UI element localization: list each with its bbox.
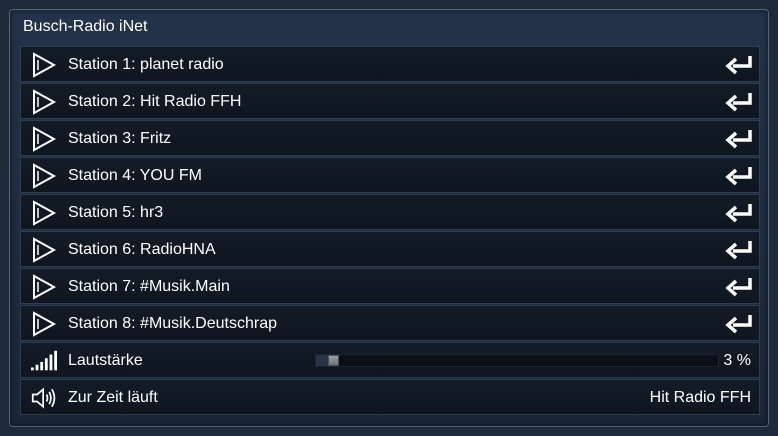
enter-icon[interactable]: [724, 275, 754, 299]
play-icon: [31, 311, 57, 337]
station-row-8[interactable]: Station 8: #Musik.Deutschrap: [20, 305, 760, 341]
station-label: Station 3: Fritz: [68, 130, 172, 147]
volume-slider-fill: [316, 355, 328, 366]
volume-row: Lautstärke 3 %: [20, 342, 760, 378]
play-icon: [31, 163, 57, 189]
play-icon: [31, 126, 57, 152]
enter-icon[interactable]: [724, 164, 754, 188]
station-row-3[interactable]: Station 3: Fritz: [20, 120, 760, 156]
enter-icon[interactable]: [724, 90, 754, 114]
widget-title: Busch-Radio iNet: [23, 18, 148, 35]
station-row-7[interactable]: Station 7: #Musik.Main: [20, 268, 760, 304]
station-row-1[interactable]: Station 1: planet radio: [20, 46, 760, 82]
station-row-6[interactable]: Station 6: RadioHNA: [20, 231, 760, 267]
play-icon: [31, 200, 57, 226]
enter-icon[interactable]: [724, 238, 754, 262]
station-label: Station 5: hr3: [68, 204, 164, 221]
station-row-4[interactable]: Station 4: YOU FM: [20, 157, 760, 193]
station-label: Station 1: planet radio: [68, 56, 224, 73]
enter-icon[interactable]: [724, 53, 754, 77]
play-icon: [31, 274, 57, 300]
volume-slider-handle[interactable]: [328, 355, 339, 366]
play-icon: [31, 89, 57, 115]
enter-icon[interactable]: [724, 201, 754, 225]
speaker-icon: [31, 385, 57, 411]
station-row-2[interactable]: Station 2: Hit Radio FFH: [20, 83, 760, 119]
now-playing-row: Zur Zeit läuft Hit Radio FFH: [20, 379, 760, 415]
volume-bars-icon: [31, 348, 57, 374]
volume-value: 3 %: [723, 352, 751, 369]
play-icon: [31, 52, 57, 78]
station-label: Station 6: RadioHNA: [68, 241, 216, 258]
now-playing-value: Hit Radio FFH: [649, 389, 751, 406]
station-label: Station 7: #Musik.Main: [68, 278, 230, 295]
station-label: Station 8: #Musik.Deutschrap: [68, 315, 277, 332]
station-list: Station 1: planet radio Station 2: Hit R…: [20, 46, 760, 416]
station-row-5[interactable]: Station 5: hr3: [20, 194, 760, 230]
station-label: Station 2: Hit Radio FFH: [68, 93, 242, 110]
enter-icon[interactable]: [724, 312, 754, 336]
play-icon: [31, 237, 57, 263]
station-label: Station 4: YOU FM: [68, 167, 202, 184]
radio-widget: Busch-Radio iNet Station 1: planet radio…: [9, 9, 769, 427]
now-playing-label: Zur Zeit läuft: [68, 389, 158, 406]
volume-slider[interactable]: [315, 354, 719, 367]
enter-icon[interactable]: [724, 127, 754, 151]
volume-label: Lautstärke: [68, 352, 143, 369]
